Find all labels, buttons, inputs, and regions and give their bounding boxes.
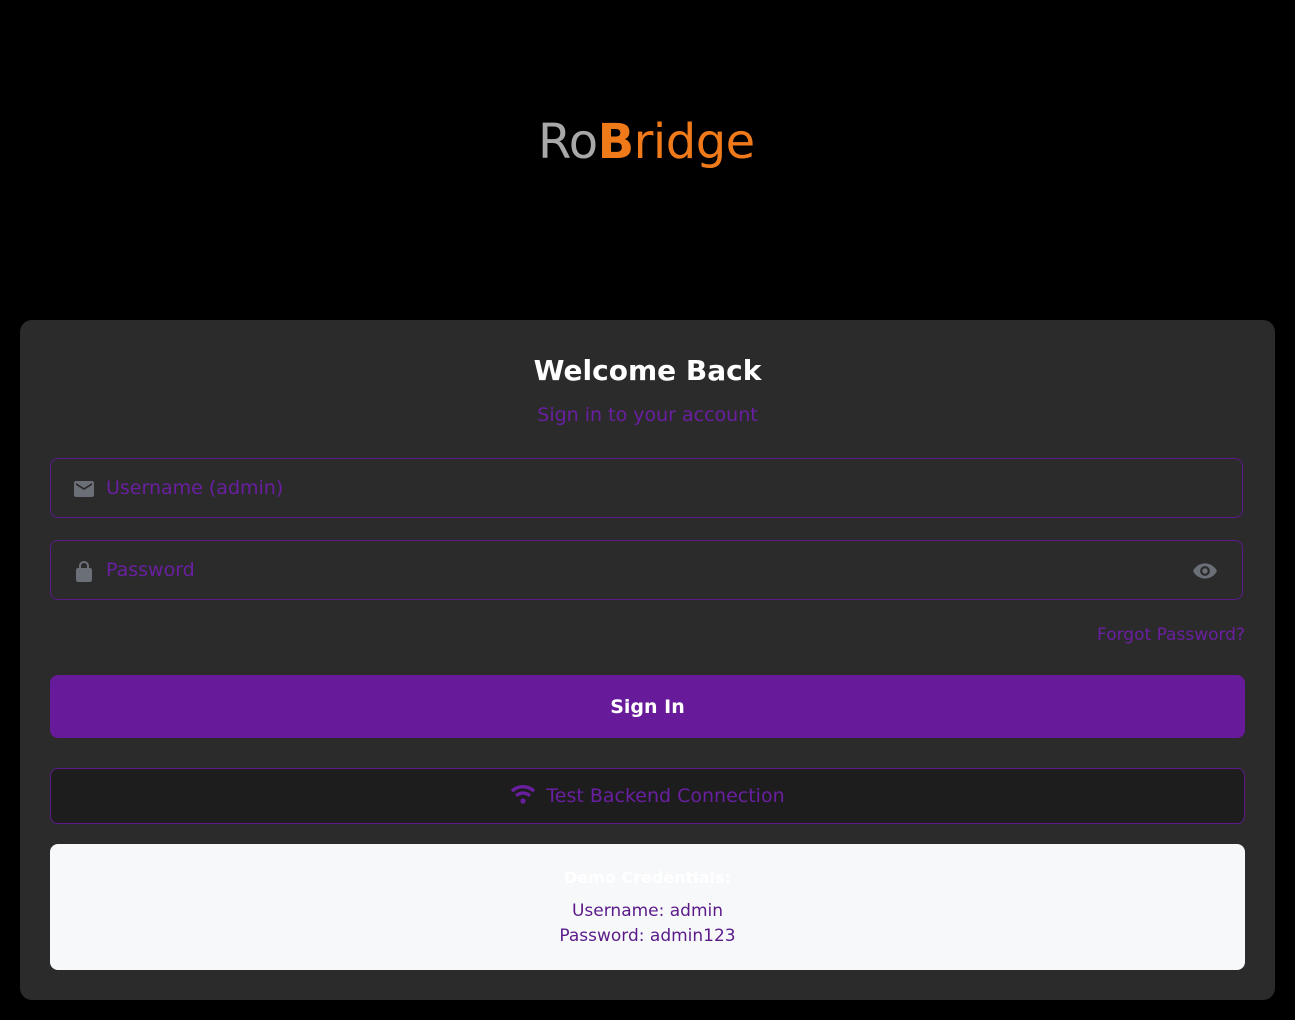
password-field[interactable] (50, 540, 1243, 600)
logo-wordmark: Ro Bridge (538, 114, 755, 170)
lock-icon (76, 561, 92, 582)
demo-username: Username: admin (571, 901, 724, 921)
mail-icon (74, 481, 94, 497)
eye-icon[interactable] (1192, 558, 1218, 584)
username-field[interactable] (50, 458, 1243, 518)
logo-ridge: ridge (633, 114, 756, 170)
sign-in-button[interactable]: Sign In (50, 675, 1245, 738)
page-subtitle: Sign in to your account (537, 404, 758, 426)
test-backend-connection-button[interactable]: Test Backend Connection (50, 768, 1245, 824)
forgot-password-link[interactable]: Forgot Password? (1097, 624, 1245, 646)
wifi-icon (511, 785, 536, 804)
demo-credentials-box: Demo Credentials: Username: admin Passwo… (50, 844, 1245, 970)
logo-ro: Ro (538, 114, 598, 170)
logo-b: B (597, 114, 635, 170)
username-input[interactable] (106, 459, 1166, 517)
robridge-logo: Ro Bridge (538, 106, 755, 170)
password-input[interactable] (106, 541, 1166, 599)
test-backend-connection-label: Test Backend Connection (546, 785, 785, 807)
demo-password: Password: admin123 (559, 926, 736, 946)
page-title: Welcome Back (533, 354, 762, 387)
demo-credentials-title: Demo Credentials: (564, 868, 731, 887)
login-page: Ro Bridge Welcome Back Sign in to your ac… (0, 0, 1295, 1020)
